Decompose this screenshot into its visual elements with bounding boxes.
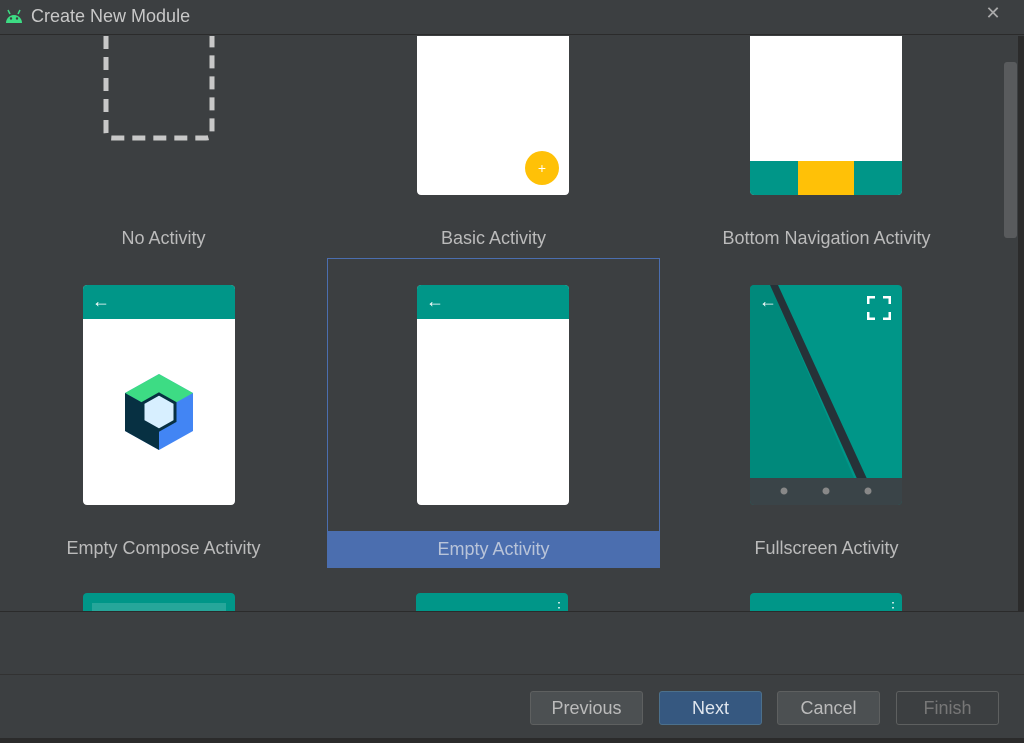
phone-preview <box>750 36 902 195</box>
template-fullscreen-activity[interactable]: ← Fullscreen Activity <box>660 258 993 568</box>
app-bar: ← <box>83 285 235 319</box>
cancel-button[interactable]: Cancel <box>777 691 880 725</box>
window-edge <box>0 738 1024 743</box>
back-arrow-icon: ← <box>759 291 777 311</box>
divider <box>0 611 1024 612</box>
phone-preview: ← ⋮ <box>416 593 568 611</box>
jetpack-compose-icon <box>125 374 193 450</box>
template-label: No Activity <box>121 228 206 248</box>
phone-preview: ← <box>750 285 902 505</box>
template-label: Bottom Navigation Activity <box>722 228 931 248</box>
scrollbar-thumb[interactable] <box>1004 62 1017 238</box>
back-arrow-icon: ← <box>425 601 443 611</box>
template-bottom-navigation-activity[interactable]: Bottom Navigation Activity <box>660 36 993 258</box>
template-no-activity[interactable]: No Activity <box>0 36 327 258</box>
title-bar: Create New Module ✕ <box>0 0 1024 35</box>
template-basic-activity[interactable]: + Basic Activity <box>327 36 660 258</box>
back-arrow-icon: ← <box>759 601 777 611</box>
phone-preview: ← <box>83 285 235 505</box>
phone-preview: ← <box>417 285 569 505</box>
fab-icon: + <box>525 151 559 185</box>
template-row3-item-3[interactable]: ← ⋮ <box>660 591 993 611</box>
template-row3-item-2[interactable]: ← ⋮ <box>327 591 660 611</box>
fullscreen-icon <box>867 296 891 320</box>
bottom-nav-bar <box>750 161 902 195</box>
template-label: Fullscreen Activity <box>754 538 899 558</box>
template-empty-activity[interactable]: ← Empty Activity <box>327 258 660 568</box>
template-label: Empty Activity <box>328 531 659 567</box>
app-bar <box>92 603 226 611</box>
app-bar: ← <box>417 285 569 319</box>
close-icon[interactable]: ✕ <box>983 3 1003 23</box>
back-arrow-icon: ← <box>92 291 110 311</box>
divider <box>0 674 1024 675</box>
next-button[interactable]: Next <box>659 691 762 725</box>
previous-button[interactable]: Previous <box>530 691 643 725</box>
window-title: Create New Module <box>31 6 191 26</box>
phone-preview: + <box>417 36 569 195</box>
bottom-nav-selected-tab <box>798 161 854 195</box>
template-label: Empty Compose Activity <box>66 538 261 558</box>
template-empty-compose-activity[interactable]: ← Empty Compose Activity <box>0 258 327 568</box>
android-icon <box>4 9 24 28</box>
overflow-menu-icon: ⋮ <box>886 599 900 611</box>
dashed-phone-icon <box>103 36 215 141</box>
phone-preview <box>83 593 235 611</box>
overflow-menu-icon: ⋮ <box>552 599 566 611</box>
phone-preview: ← ⋮ <box>750 593 902 611</box>
back-arrow-icon: ← <box>426 291 444 311</box>
finish-button[interactable]: Finish <box>896 691 999 725</box>
template-label: Basic Activity <box>440 228 547 248</box>
template-row3-item-1[interactable] <box>0 591 327 611</box>
template-gallery: No Activity + Basic Activity Bottom Navi… <box>0 36 1003 611</box>
window-edge <box>1018 36 1024 611</box>
